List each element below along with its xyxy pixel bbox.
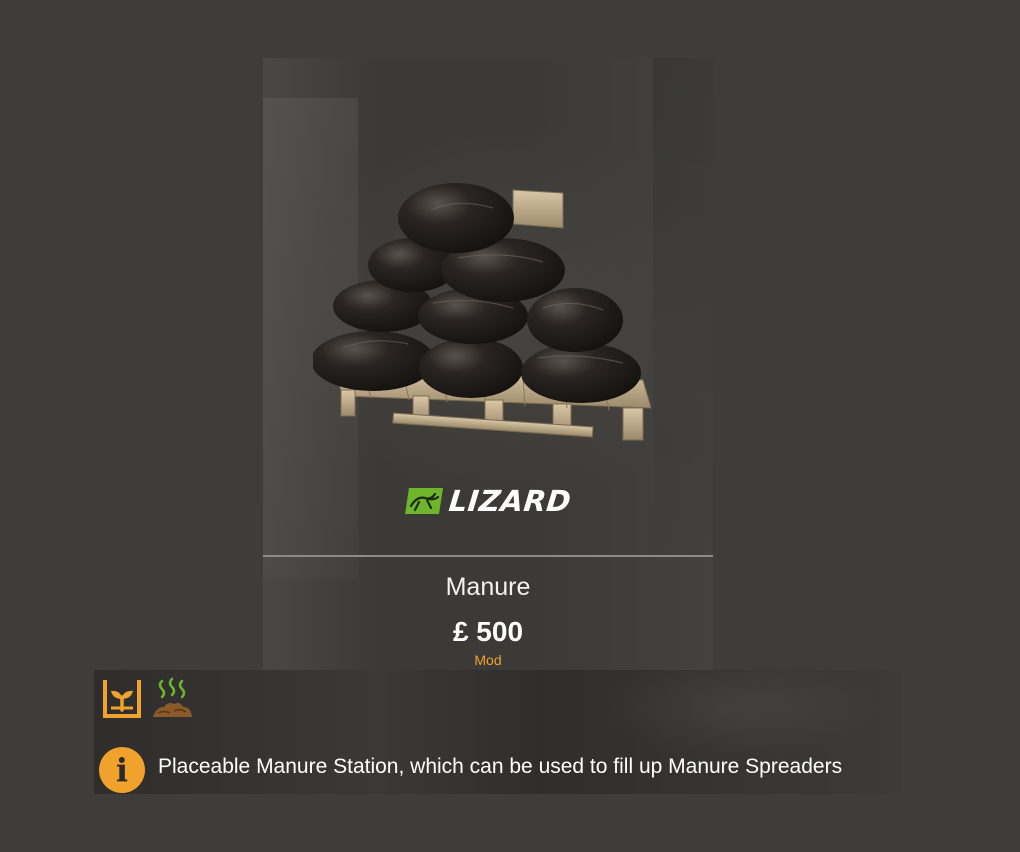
lizard-logo-icon (404, 488, 443, 514)
manure-icon (153, 677, 192, 717)
info-panel: i Placeable Manure Station, which can be… (94, 670, 902, 794)
divider (263, 555, 713, 557)
brand-logo: LIZARD (263, 484, 713, 518)
product-price: £ 500 (452, 616, 524, 647)
info-icon: i (99, 747, 145, 793)
fertilizer-storage-icon (103, 680, 141, 718)
manure-sacks (313, 183, 641, 403)
shop-item-card[interactable]: LIZARD Manure £ 500 Mod (263, 58, 713, 670)
shop-screen: LIZARD Manure £ 500 Mod i Placeable Manu… (0, 0, 1020, 852)
item-description: Placeable Manure Station, which can be u… (158, 755, 843, 778)
product-name: Manure (445, 573, 531, 601)
product-image (313, 183, 652, 441)
product-source-label: Mod (474, 652, 502, 668)
brand-name: LIZARD (447, 484, 573, 518)
